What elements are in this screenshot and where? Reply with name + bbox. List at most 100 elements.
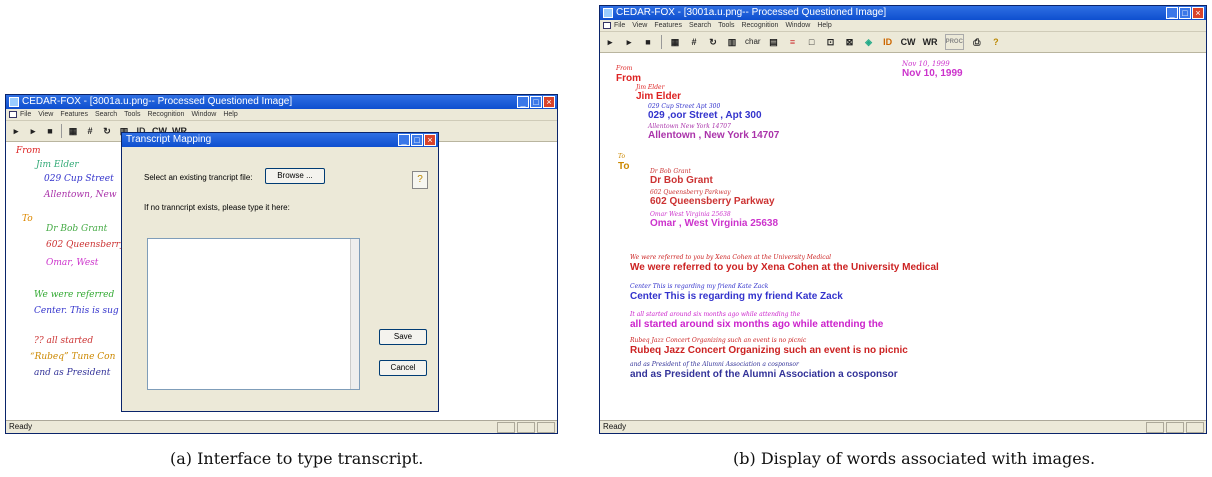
hw-word-row: Center This is regarding my friend Kate … xyxy=(630,283,769,290)
hw-line: “Rubeq” Tune Con xyxy=(30,352,116,362)
left-menu-bar: File View Features Search Tools Recognit… xyxy=(6,109,557,121)
save-icon[interactable]: ■ xyxy=(44,124,56,138)
hw-line: and as President xyxy=(34,368,111,378)
minimize-icon[interactable]: _ xyxy=(398,134,410,146)
right-image-canvas: Nov 10, 1999 Nov 10, 1999 From From Jim … xyxy=(600,53,1206,420)
right-window-title: CEDAR-FOX - [3001a.u.png-- Processed Que… xyxy=(616,7,887,18)
menu-help[interactable]: Help xyxy=(223,109,237,120)
help-icon[interactable]: ? xyxy=(412,171,428,189)
menu-recognition[interactable]: Recognition xyxy=(741,20,778,31)
save-button[interactable]: Save xyxy=(379,329,427,345)
tool-wr[interactable]: WR xyxy=(923,35,938,49)
right-status-bar: Ready xyxy=(600,420,1206,433)
menu-file[interactable]: File xyxy=(20,109,31,120)
maximize-icon[interactable]: □ xyxy=(530,96,542,108)
tool-char[interactable]: char xyxy=(745,35,761,49)
image-icon[interactable]: ▦ xyxy=(67,124,79,138)
grid-icon[interactable]: # xyxy=(84,124,96,138)
grid-icon[interactable]: # xyxy=(688,35,700,49)
status-cell xyxy=(537,422,555,433)
maximize-icon[interactable]: □ xyxy=(1179,7,1191,19)
menu-search[interactable]: Search xyxy=(95,109,117,120)
save-icon[interactable]: ■ xyxy=(642,35,654,49)
menu-view[interactable]: View xyxy=(38,109,53,120)
toolbar-separator xyxy=(61,124,62,138)
status-cell xyxy=(497,422,515,433)
table-icon[interactable]: ▤ xyxy=(768,35,780,49)
hw-word-row: Jim Elder xyxy=(636,84,665,91)
menu-tools[interactable]: Tools xyxy=(718,20,734,31)
tool-id[interactable]: ID xyxy=(882,35,894,49)
left-title-bar[interactable]: CEDAR-FOX - [3001a.u.png-- Processed Que… xyxy=(6,95,557,109)
fit-icon[interactable]: ⊠ xyxy=(844,35,856,49)
transcript-textarea[interactable] xyxy=(147,238,360,390)
barcode-icon[interactable]: ▥ xyxy=(726,35,738,49)
dialog-title-bar[interactable]: Transcript Mapping _ □ × xyxy=(122,133,438,147)
open-folder-icon[interactable]: ▸ xyxy=(27,124,39,138)
word-row: Allentown , New York 14707 xyxy=(648,130,780,141)
right-toolbar: ▸ ▸ ■ ▦ # ↻ ▥ char ▤ ≡ □ ⊡ ⊠ ◈ ID CW WR … xyxy=(600,32,1206,53)
open-icon[interactable]: ▸ xyxy=(604,35,616,49)
refresh-icon[interactable]: ↻ xyxy=(707,35,719,49)
menu-window[interactable]: Window xyxy=(191,109,216,120)
status-cell xyxy=(517,422,535,433)
select-file-label: Select an existing trancript file: xyxy=(144,173,253,182)
hw-word-row: 602 Queensberry Parkway xyxy=(650,189,731,196)
tool-cw[interactable]: CW xyxy=(901,35,916,49)
image-icon[interactable]: ▦ xyxy=(669,35,681,49)
close-icon[interactable]: × xyxy=(424,134,436,146)
hw-word-row: To xyxy=(618,153,626,160)
hw-line: 029 Cup Street xyxy=(44,174,114,184)
word-row: To xyxy=(618,161,630,172)
print-icon[interactable]: ⎙ xyxy=(971,35,983,49)
select-icon[interactable]: □ xyxy=(806,35,818,49)
close-icon[interactable]: × xyxy=(1192,7,1204,19)
word-row: Jim Elder xyxy=(636,91,682,102)
hw-word-row: We were referred to you by Xena Cohen at… xyxy=(630,254,832,261)
status-text: Ready xyxy=(603,422,627,431)
minimize-icon[interactable]: _ xyxy=(1166,7,1178,19)
word-row: Omar , West Virginia 25638 xyxy=(650,218,779,229)
status-cell xyxy=(1186,422,1204,433)
word-row: Rubeq Jazz Concert Organizing such an ev… xyxy=(630,345,908,356)
maximize-icon[interactable]: □ xyxy=(411,134,423,146)
open-folder-icon[interactable]: ▸ xyxy=(623,35,635,49)
menu-recognition[interactable]: Recognition xyxy=(147,109,184,120)
menu-window[interactable]: Window xyxy=(785,20,810,31)
hw-line: Dr Bob Grant xyxy=(46,224,108,234)
cancel-button[interactable]: Cancel xyxy=(379,360,427,376)
dialog-body: Select an existing trancript file: Brows… xyxy=(122,147,438,412)
transcript-mapping-dialog: Transcript Mapping _ □ × Select an exist… xyxy=(121,132,439,412)
status-text: Ready xyxy=(9,422,33,431)
caption-right: (b) Display of words associated with ima… xyxy=(733,449,1096,468)
caption-left: (a) Interface to type transcript. xyxy=(170,449,424,468)
type-transcript-label: If no tranncript exists, please type it … xyxy=(144,203,290,212)
right-menu-bar: File View Features Search Tools Recognit… xyxy=(600,20,1206,32)
refresh-icon[interactable]: ↻ xyxy=(101,124,113,138)
menu-features[interactable]: Features xyxy=(654,20,682,31)
hw-line: From xyxy=(16,146,41,156)
document-icon xyxy=(603,22,611,29)
zoom-icon[interactable]: ⊡ xyxy=(825,35,837,49)
right-title-bar[interactable]: CEDAR-FOX - [3001a.u.png-- Processed Que… xyxy=(600,6,1206,20)
menu-help[interactable]: Help xyxy=(817,20,831,31)
hw-line: ?? all started xyxy=(34,336,94,346)
minimize-icon[interactable]: _ xyxy=(517,96,529,108)
open-icon[interactable]: ▸ xyxy=(10,124,22,138)
word-row: 029 ,oor Street , Apt 300 xyxy=(648,110,762,121)
menu-search[interactable]: Search xyxy=(689,20,711,31)
menu-file[interactable]: File xyxy=(614,20,625,31)
textarea-scrollbar[interactable] xyxy=(350,239,359,389)
browse-button[interactable]: Browse ... xyxy=(265,168,325,184)
lines-icon[interactable]: ≡ xyxy=(787,35,799,49)
word-id-icon[interactable]: ◈ xyxy=(863,35,875,49)
left-window-title: CEDAR-FOX - [3001a.u.png-- Processed Que… xyxy=(22,96,293,107)
dialog-title: Transcript Mapping xyxy=(126,134,212,145)
word-row: Dr Bob Grant xyxy=(650,175,713,186)
menu-view[interactable]: View xyxy=(632,20,647,31)
menu-tools[interactable]: Tools xyxy=(124,109,140,120)
menu-features[interactable]: Features xyxy=(60,109,88,120)
help-icon[interactable]: ? xyxy=(990,35,1002,49)
close-icon[interactable]: × xyxy=(543,96,555,108)
tool-proc[interactable]: PROC xyxy=(944,34,964,50)
